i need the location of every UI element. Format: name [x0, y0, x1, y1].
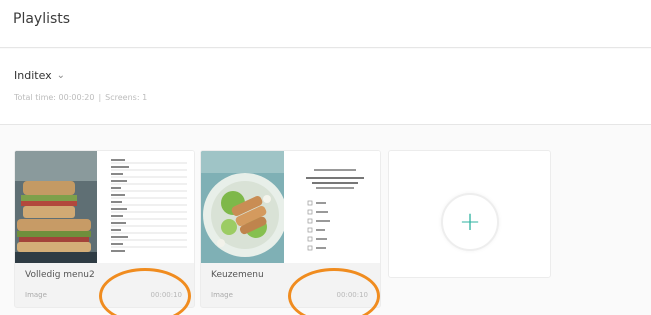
add-media-button[interactable]: +	[441, 193, 499, 251]
meta-separator: |	[98, 93, 102, 102]
total-time: Total time: 00:00:20	[14, 93, 95, 102]
screens-count: Screens: 1	[105, 93, 148, 102]
playlist-meta: Total time: 00:00:20 | Screens: 1	[14, 93, 147, 102]
playlists-page: Playlists Inditex ⌄ Total time: 00:00:20…	[0, 0, 651, 315]
choice-menu-preview	[284, 151, 380, 263]
highlight-annotation	[99, 268, 191, 315]
media-thumbnail	[201, 151, 380, 263]
plus-icon: +	[459, 207, 481, 237]
media-name: Keuzemenu	[211, 270, 264, 280]
media-type: Image	[25, 291, 47, 299]
playlist-name: Inditex	[14, 69, 52, 82]
salad-photo	[201, 151, 287, 263]
page-header: Playlists	[0, 0, 651, 48]
page-title: Playlists	[13, 11, 71, 27]
playlist-name-dropdown[interactable]: Inditex ⌄	[14, 69, 65, 82]
playlist-summary: Inditex ⌄ Total time: 00:00:20 | Screens…	[0, 49, 651, 125]
highlight-annotation	[288, 268, 380, 315]
chevron-down-icon: ⌄	[56, 70, 66, 81]
media-name: Volledig menu2	[25, 270, 95, 280]
add-media-card[interactable]: +	[388, 150, 551, 278]
media-type: Image	[211, 291, 233, 299]
menu-document-preview	[97, 151, 194, 263]
media-thumbnail	[15, 151, 194, 263]
